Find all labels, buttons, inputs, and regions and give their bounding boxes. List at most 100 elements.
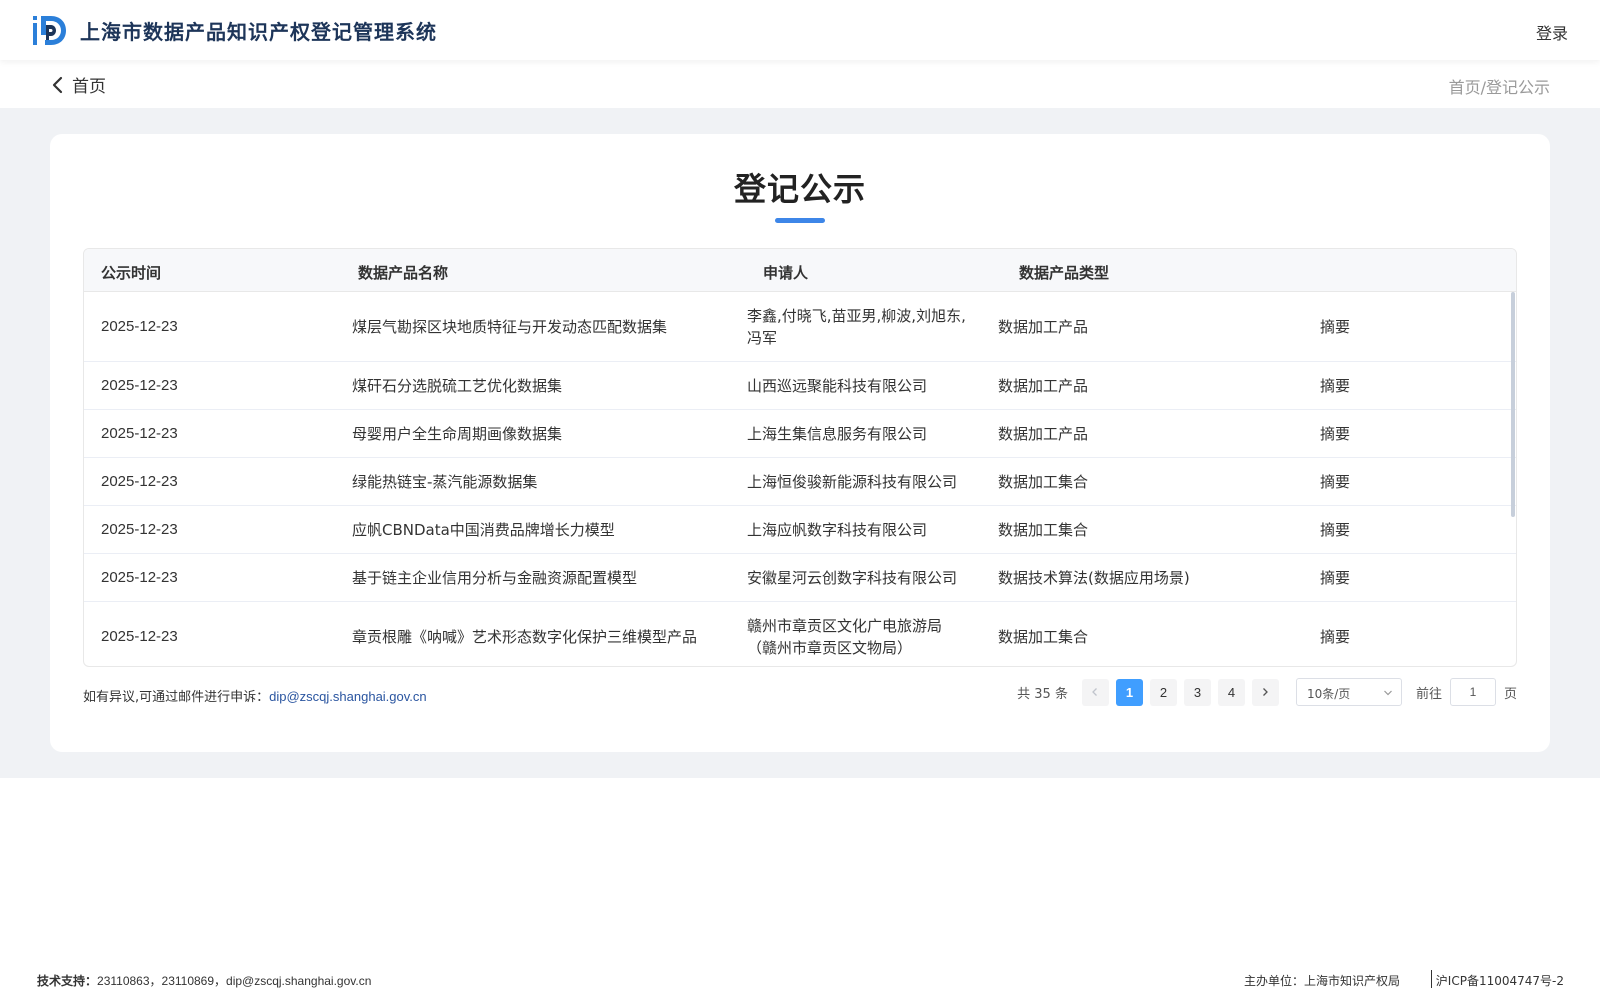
cell-publish-date: 2025-12-23 (101, 520, 178, 538)
cell-applicant: 上海生集信息服务有限公司 (747, 423, 927, 445)
cell-product-name: 基于链主企业信用分析与金融资源配置模型 (352, 568, 638, 587)
cell-product-name: 煤矸石分选脱硫工艺优化数据集 (352, 376, 563, 395)
cell-product-type: 数据加工集合 (998, 472, 1089, 491)
appeal-notice: 如有异议,可通过邮件进行申诉：dip@zscqj.shanghai.gov.cn (83, 686, 427, 705)
chevron-left-icon (1092, 688, 1098, 696)
total-count: 共 35 条 (1017, 686, 1068, 702)
cell-applicant: 上海应帆数字科技有限公司 (747, 519, 927, 541)
content-area: 登记公示 公示时间 数据产品名称 申请人 数据产品类型 2025-12-23 煤层… (0, 108, 1600, 778)
table-row: 2025-12-23 煤矸石分选脱硫工艺优化数据集 山西巡远聚能科技有限公司 数据加工… (84, 362, 1516, 410)
chevron-right-icon (1263, 688, 1269, 696)
cell-product-name: 章贡根雕《呐喊》艺术形态数字化保护三维模型产品 (352, 627, 698, 646)
scrollbar-thumb[interactable] (1511, 292, 1515, 517)
applicant-line: （赣州市章贡区文物局） (747, 638, 913, 657)
table-scrollbar[interactable] (1510, 292, 1516, 666)
cell-publish-date: 2025-12-23 (101, 376, 178, 394)
cell-product-name: 绿能热链宝-蒸汽能源数据集 (352, 472, 538, 491)
pagination: 共 35 条 1234 10条/页 前往 页 (1017, 678, 1517, 706)
cell-product-type: 数据加工集合 (998, 627, 1089, 646)
table-row: 2025-12-23 煤层气勘探区块地质特征与开发动态匹配数据集 李鑫,付晓飞,苗亚… (84, 292, 1516, 362)
applicant-line: 冯军 (747, 328, 778, 347)
page-suffix: 页 (1503, 686, 1517, 702)
table-body[interactable]: 2025-12-23 煤层气勘探区块地质特征与开发动态匹配数据集 李鑫,付晓飞,苗亚… (84, 292, 1516, 666)
next-page-button[interactable] (1251, 678, 1279, 706)
cell-publish-date: 2025-12-23 (101, 424, 178, 442)
cell-product-type: 数据加工集合 (998, 520, 1089, 539)
cell-publish-date: 2025-12-23 (101, 472, 178, 490)
applicant-line: 安徽星河云创数字科技有限公司 (747, 568, 958, 587)
cell-publish-date: 2025-12-23 (101, 317, 178, 335)
page-button-1[interactable]: 1 (1115, 678, 1143, 706)
summary-link[interactable]: 摘要 (1320, 471, 1350, 493)
sub-header: 首页 首页/登记公示 (0, 60, 1600, 108)
page-button-2[interactable]: 2 (1149, 678, 1177, 706)
goto-label: 前往 (1415, 686, 1442, 702)
cell-publish-date: 2025-12-23 (101, 568, 178, 586)
page-size-value: 10条/页 (1306, 687, 1351, 701)
notice-email-link[interactable]: dip@zscqj.shanghai.gov.cn (269, 689, 427, 704)
summary-link[interactable]: 摘要 (1320, 567, 1350, 589)
cell-applicant: 上海恒俊骏新能源科技有限公司 (747, 471, 957, 493)
applicant-line: 李鑫,付晓飞,苗亚男,柳波,刘旭东, (747, 306, 966, 325)
page-size-select[interactable]: 10条/页 (1295, 678, 1402, 706)
title-underline (775, 218, 825, 223)
column-header-date: 公示时间 (101, 264, 162, 282)
announcement-card: 登记公示 公示时间 数据产品名称 申请人 数据产品类型 2025-12-23 煤层… (50, 134, 1550, 752)
login-link[interactable]: 登录 (1536, 20, 1568, 44)
summary-link[interactable]: 摘要 (1320, 423, 1350, 445)
breadcrumb-current: 登记公示 (1485, 78, 1550, 97)
table-row: 2025-12-23 母婴用户全生命周期画像数据集 上海生集信息服务有限公司 数据加工… (84, 410, 1516, 458)
page-footer: 技术支持：23110863，23110869，dip@zscqj.shangha… (0, 960, 1600, 1000)
column-header-product-type: 数据产品类型 (1019, 264, 1110, 282)
back-label: 首页 (72, 77, 106, 97)
summary-link[interactable]: 摘要 (1320, 375, 1350, 397)
cell-applicant: 安徽星河云创数字科技有限公司 (747, 567, 957, 589)
cell-product-type: 数据加工产品 (998, 317, 1089, 336)
cell-applicant: 赣州市章贡区文化广电旅游局 （赣州市章贡区文物局） (747, 615, 942, 659)
table-header: 公示时间 数据产品名称 申请人 数据产品类型 (84, 249, 1516, 292)
cell-publish-date: 2025-12-23 (101, 627, 178, 645)
support-contacts: 23110863，23110869，dip@zscqj.shanghai.gov… (97, 974, 372, 988)
tech-support: 技术支持：23110863，23110869，dip@zscqj.shangha… (37, 972, 371, 989)
footer-divider (1431, 970, 1432, 988)
chevron-down-icon (1384, 690, 1392, 696)
announcement-table: 公示时间 数据产品名称 申请人 数据产品类型 2025-12-23 煤层气勘探区块… (83, 248, 1517, 667)
applicant-line: 赣州市章贡区文化广电旅游局 (747, 616, 943, 635)
table-row: 2025-12-23 基于链主企业信用分析与金融资源配置模型 安徽星河云创数字科技有… (84, 554, 1516, 602)
applicant-line: 上海应帆数字科技有限公司 (747, 520, 928, 539)
column-header-applicant: 申请人 (763, 264, 809, 282)
applicant-line: 山西巡远聚能科技有限公司 (747, 376, 928, 395)
page-number-list: 1234 (1115, 678, 1252, 706)
page-button-3[interactable]: 3 (1183, 678, 1211, 706)
cell-product-type: 数据技术算法(数据应用场景) (998, 568, 1190, 587)
cell-applicant: 李鑫,付晓飞,苗亚男,柳波,刘旭东, 冯军 (747, 305, 966, 349)
page-button-4[interactable]: 4 (1217, 678, 1245, 706)
site-title: 上海市数据产品知识产权登记管理系统 (80, 20, 437, 44)
table-row: 2025-12-23 章贡根雕《呐喊》艺术形态数字化保护三维模型产品 赣州市章贡区文… (84, 602, 1516, 666)
applicant-line: 上海生集信息服务有限公司 (747, 424, 928, 443)
table-row: 2025-12-23 应帆CBNData中国消费品牌增长力模型 上海应帆数字科技有限… (84, 506, 1516, 554)
breadcrumb-home[interactable]: 首页 (1449, 78, 1481, 97)
chevron-left-icon (52, 76, 63, 93)
top-header: 上海市数据产品知识产权登记管理系统 登录 (0, 0, 1600, 60)
column-header-product-name: 数据产品名称 (358, 264, 449, 282)
goto-page-input[interactable] (1449, 678, 1496, 706)
back-home-link[interactable]: 首页 (50, 72, 106, 97)
cell-product-name: 应帆CBNData中国消费品牌增长力模型 (352, 520, 615, 539)
prev-page-button[interactable] (1081, 678, 1109, 706)
cell-product-name: 煤层气勘探区块地质特征与开发动态匹配数据集 (352, 317, 668, 336)
summary-link[interactable]: 摘要 (1320, 316, 1350, 338)
summary-link[interactable]: 摘要 (1320, 626, 1350, 648)
summary-link[interactable]: 摘要 (1320, 519, 1350, 541)
icp-record-link[interactable]: 沪ICP备11004747号-2 (1436, 972, 1564, 989)
cell-product-type: 数据加工产品 (998, 424, 1089, 443)
breadcrumb: 首页/登记公示 (1449, 74, 1550, 98)
cell-applicant: 山西巡远聚能科技有限公司 (747, 375, 927, 397)
table-row: 2025-12-23 绿能热链宝-蒸汽能源数据集 上海恒俊骏新能源科技有限公司 数据加… (84, 458, 1516, 506)
cell-product-type: 数据加工产品 (998, 376, 1089, 395)
support-label: 技术支持： (37, 974, 98, 988)
ipd-logo-icon[interactable] (32, 13, 68, 47)
applicant-line: 上海恒俊骏新能源科技有限公司 (747, 472, 958, 491)
host-organization: 主办单位：上海市知识产权局 (1243, 974, 1400, 988)
page-title: 登记公示 (733, 170, 866, 208)
